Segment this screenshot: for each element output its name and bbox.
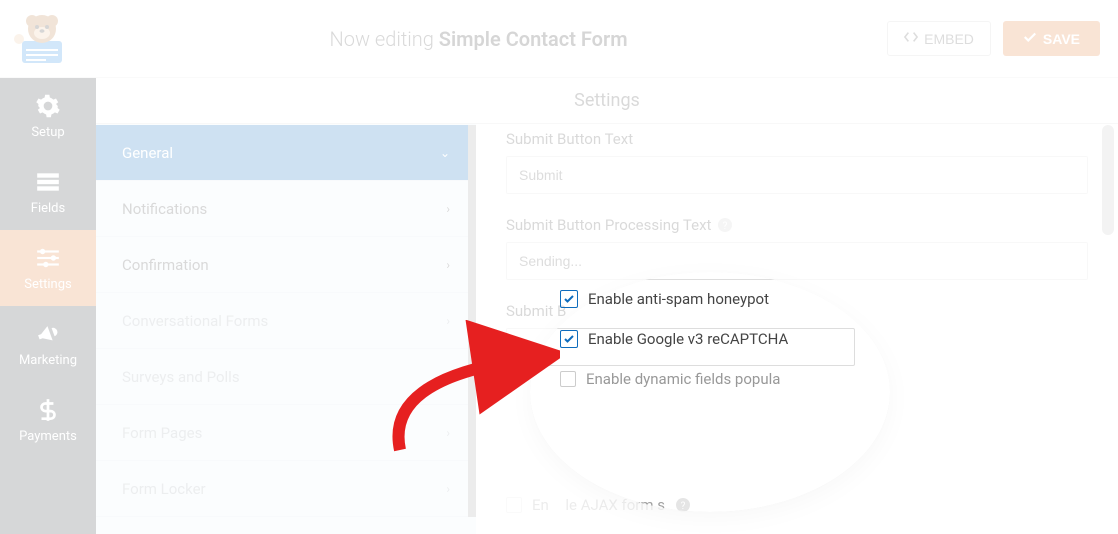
honeypot-checkbox[interactable] (560, 290, 578, 308)
content-scrollbar[interactable] (1102, 125, 1114, 534)
main-sidebar: Setup Fields Settings Marketing Payments (0, 78, 96, 534)
dynamic-checkbox[interactable] (560, 371, 576, 387)
accordion-conversational-forms[interactable]: Conversational Forms › (96, 293, 476, 349)
help-icon[interactable]: ? (717, 217, 733, 233)
chevron-right-icon: › (446, 202, 450, 216)
sidebar-item-payments[interactable]: Payments (0, 382, 96, 458)
settings-header: Settings (96, 78, 1118, 124)
accordion-surveys[interactable]: Surveys and Polls › (96, 349, 476, 405)
processing-text-input[interactable] (506, 242, 1088, 280)
bullhorn-icon (31, 317, 64, 350)
chevron-right-icon: › (446, 258, 450, 272)
check-icon (1023, 30, 1037, 47)
accordion-confirmation[interactable]: Confirmation › (96, 237, 476, 293)
svg-text:?: ? (681, 501, 686, 512)
list-icon (35, 169, 61, 195)
chevron-right-icon: › (446, 370, 450, 384)
recaptcha-checkbox[interactable] (560, 330, 578, 348)
sidebar-item-marketing[interactable]: Marketing (0, 306, 96, 382)
ajax-checkbox[interactable] (506, 497, 522, 513)
sidebar-item-fields[interactable]: Fields (0, 154, 96, 230)
chevron-down-icon: ⌄ (440, 146, 450, 160)
processing-text-label: Submit Button Processing Text ? (506, 216, 1088, 234)
embed-button[interactable]: EMBED (887, 21, 991, 56)
submit-button-text-label: Submit Button Text (506, 130, 1088, 148)
sidebar-item-settings[interactable]: Settings (0, 230, 96, 306)
gear-icon (35, 93, 61, 119)
sidebar-item-setup[interactable]: Setup (0, 78, 96, 154)
help-icon[interactable]: ? (675, 497, 691, 513)
chevron-right-icon: › (446, 314, 450, 328)
accordion-form-pages[interactable]: Form Pages › (96, 405, 476, 461)
accordion-scrollbar[interactable] (468, 125, 476, 517)
app-logo (14, 11, 70, 67)
page-title: Now editing Simple Contact Form (70, 27, 887, 51)
save-button[interactable]: SAVE (1003, 21, 1100, 56)
accordion-notifications[interactable]: Notifications › (96, 181, 476, 237)
svg-text:?: ? (723, 221, 728, 232)
code-icon (904, 30, 918, 47)
dollar-icon (35, 397, 61, 423)
recaptcha-label: Enable Google v3 reCAPTCHA (588, 330, 788, 348)
accordion-general[interactable]: General ⌄ (96, 125, 476, 181)
chevron-right-icon: › (446, 482, 450, 496)
chevron-right-icon: › (446, 426, 450, 440)
honeypot-label: Enable anti-spam honeypot (588, 290, 769, 308)
ajax-label: Enable AJAX form s (532, 496, 665, 514)
sliders-icon (35, 245, 61, 271)
submit-button-text-input[interactable] (506, 156, 1088, 194)
dynamic-label: Enable dynamic fields popula (586, 370, 780, 388)
accordion-form-locker[interactable]: Form Locker › (96, 461, 476, 517)
